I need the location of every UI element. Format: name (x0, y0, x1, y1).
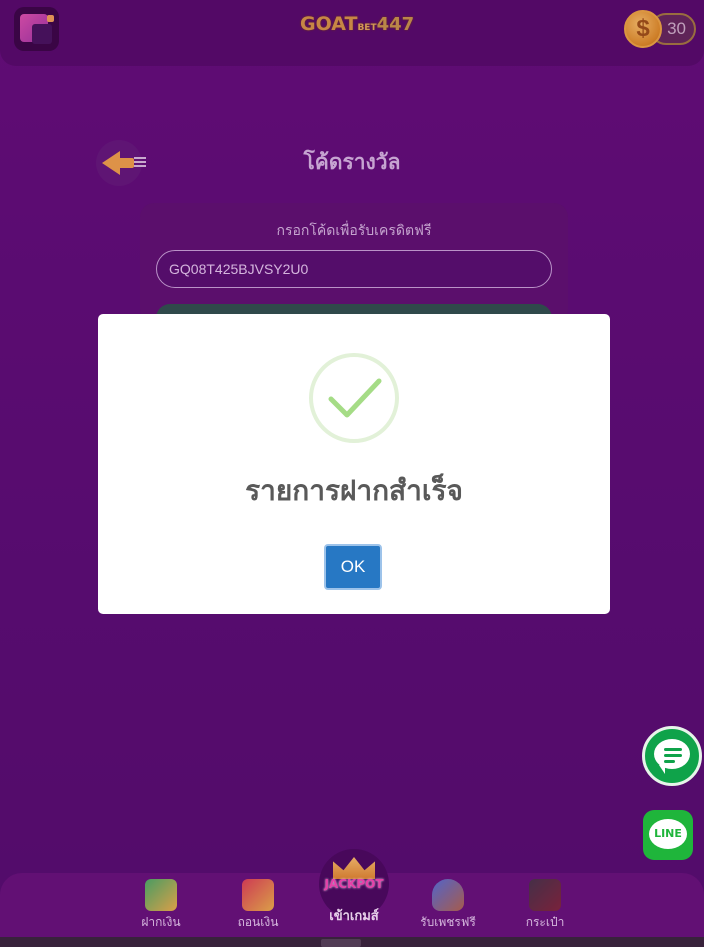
success-dialog: รายการฝากสำเร็จ OK (98, 314, 610, 614)
line-contact-button[interactable]: LINE (643, 810, 693, 860)
line-icon: LINE (649, 819, 687, 849)
ok-button[interactable]: OK (324, 544, 382, 590)
live-chat-button[interactable] (642, 726, 702, 786)
dialog-title: รายการฝากสำเร็จ (245, 474, 463, 507)
check-icon (309, 353, 399, 443)
